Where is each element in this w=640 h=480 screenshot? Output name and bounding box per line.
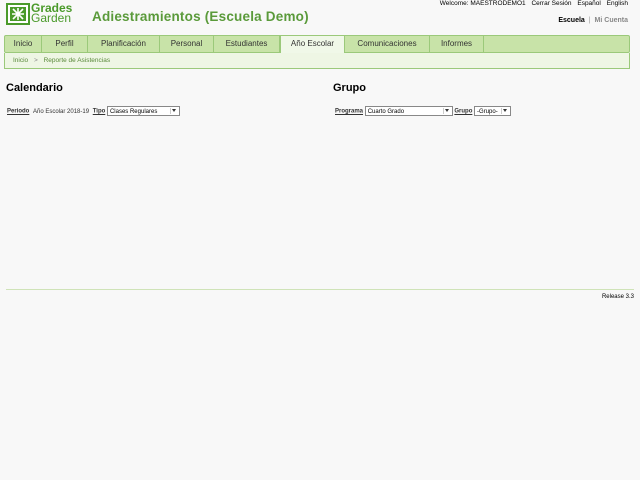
chevron-down-icon (169, 108, 178, 114)
grupo-filter-row: Programa Cuarto Grado Grupo -Grupo- (335, 106, 512, 116)
grupo-select-value: -Grupo- (477, 109, 498, 115)
footer-divider (6, 289, 634, 290)
nav-tab-perfil[interactable]: Perfil (42, 36, 88, 52)
context-school-link[interactable]: Escuela (558, 17, 584, 24)
programa-select-value: Cuarto Grado (367, 109, 405, 115)
grupo-heading: Grupo (333, 82, 366, 94)
breadcrumb: Inicio > Reporte de Asistencias (4, 53, 630, 69)
nav-tab-ano-escolar[interactable]: Año Escolar (280, 35, 345, 53)
nav-tab-inicio[interactable]: Inicio (5, 36, 42, 52)
language-spanish-link[interactable]: Español (577, 0, 601, 7)
context-my-account-link[interactable]: Mi Cuenta (595, 17, 628, 24)
breadcrumb-home-link[interactable]: Inicio (13, 57, 28, 64)
grades-garden-logo[interactable]: Grades Garden (6, 2, 78, 27)
nav-tab-informes[interactable]: Informes (430, 36, 484, 52)
nav-tab-comunicaciones[interactable]: Comunicaciones (345, 36, 430, 52)
context-switcher: Escuela | Mi Cuenta (558, 17, 628, 24)
logo-line-2: Garden (31, 11, 72, 25)
top-user-bar: Welcome: MAESTRODEMO1 Cerrar Sesión Espa… (436, 0, 628, 7)
tipo-label: Tipo (92, 108, 106, 115)
app-title: Adiestramientos (Escuela Demo) (92, 9, 309, 24)
programa-label: Programa (335, 108, 364, 115)
grupo-label: Grupo (454, 108, 473, 115)
nav-tab-personal[interactable]: Personal (160, 36, 214, 52)
tipo-select-value: Clases Regulares (109, 109, 158, 115)
welcome-text: Welcome: MAESTRODEMO1 (439, 0, 526, 7)
logo-icon (6, 3, 30, 25)
nav-tab-planificacion[interactable]: Planificación (88, 36, 160, 52)
periodo-label: Periodo (7, 108, 30, 115)
tipo-select[interactable]: Clases Regulares (106, 106, 180, 116)
breadcrumb-chevron-icon: > (34, 57, 38, 64)
calendario-heading: Calendario (6, 82, 63, 94)
programa-select[interactable]: Cuarto Grado (364, 106, 453, 116)
chevron-down-icon (442, 108, 451, 114)
logout-link[interactable]: Cerrar Sesión (531, 0, 571, 7)
periodo-value: Año Escolar 2018-19 (33, 108, 90, 115)
chevron-down-icon (501, 108, 509, 114)
nav-tab-estudiantes[interactable]: Estudiantes (214, 36, 280, 52)
calendario-filter-row: Periodo Año Escolar 2018-19 Tipo Clases … (7, 106, 180, 116)
context-separator: | (588, 17, 591, 24)
language-english-link[interactable]: English (607, 0, 628, 7)
breadcrumb-current: Reporte de Asistencias (43, 57, 111, 64)
grupo-select[interactable]: -Grupo- (474, 106, 512, 116)
main-navigation: Inicio Perfil Planificación Personal Est… (4, 35, 630, 53)
logo-wordmark: Grades Garden (31, 2, 72, 25)
release-version: Release 3.3 (601, 294, 634, 300)
